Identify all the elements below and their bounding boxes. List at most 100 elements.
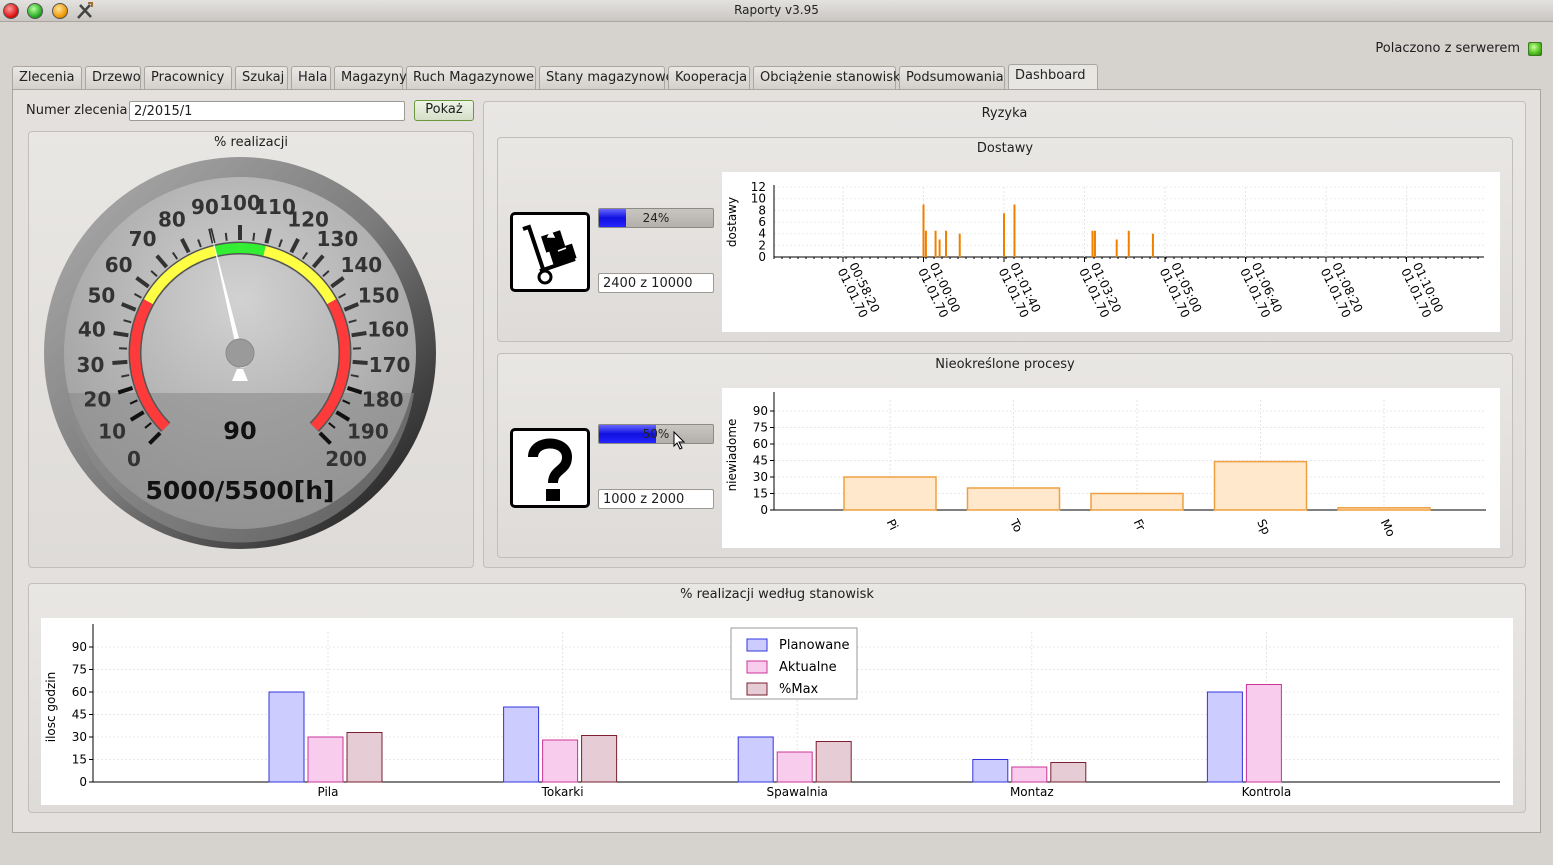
- y-tick-label: 30: [72, 730, 87, 744]
- gauge-label-190: 190: [347, 419, 389, 443]
- question-mark-icon: [510, 428, 590, 508]
- y-tick-label: 45: [72, 708, 87, 722]
- gauge-label-50: 50: [87, 284, 115, 308]
- gauge-label-60: 60: [105, 253, 133, 277]
- y-axis-label: dostawy: [725, 197, 739, 247]
- processes-progress-bar: 50%: [598, 424, 714, 444]
- y-tick-label: 15: [753, 487, 768, 501]
- workstation-bar-Pila-%Max: [346, 732, 383, 783]
- tab-obci-enie-stanowisk[interactable]: Obciążenie stanowisk: [753, 66, 901, 89]
- processes-chart: 0 15 30 45 60 75 90 niewiadome Pi To Fr Sp Mo: [722, 388, 1500, 548]
- workstation-bar-Pila-Aktualne: [307, 736, 344, 783]
- tab-stany-magazynowe[interactable]: Stany magazynowe: [539, 66, 674, 89]
- workstation-bar-Tokarki-Planowane: [503, 706, 540, 783]
- workstation-bar-Montaz-Planowane: [972, 759, 1009, 783]
- x-tick-label: Pi: [884, 517, 901, 532]
- tab-podsumowania[interactable]: Podsumowania: [899, 66, 1005, 89]
- tab-pracownicy[interactable]: Pracownicy: [144, 66, 232, 89]
- hand-truck-icon: [510, 212, 590, 292]
- workstation-bar-Kontrola-Aktualne: [1245, 684, 1282, 783]
- dashboard-tab-pane: Numer zlecenia 2/2015/1 Pokaż % realizac…: [12, 89, 1541, 833]
- gauge-label-70: 70: [129, 227, 157, 251]
- tab-ruch-magazynowe[interactable]: Ruch Magazynowe: [406, 66, 536, 89]
- workstation-bar-Spawalnia-%Max: [815, 741, 852, 783]
- delivery-bar: [938, 239, 941, 257]
- x-tick-label: To: [1007, 516, 1026, 534]
- risks-panel: Ryzyka Dostawy 24% 2400 z 10000 0 2 4 6 …: [483, 101, 1526, 568]
- title-bar: Raporty v3.95: [0, 0, 1553, 22]
- gauge-label-200: 200: [325, 447, 367, 471]
- workstation-bar-Montaz-%Max: [1050, 762, 1087, 783]
- deliveries-chart: 0 2 4 6 8 10 12 dostawy 00:58:20 01.01.70 01:00:00…: [722, 172, 1500, 332]
- risks-title: Ryzyka: [981, 106, 1028, 121]
- tab-magazyny[interactable]: Magazyny: [334, 66, 407, 89]
- deliveries-count-field[interactable]: 2400 z 10000: [598, 273, 714, 293]
- legend-swatch-Planowane: [746, 638, 768, 652]
- y-tick-label: 75: [72, 663, 87, 677]
- delivery-bar: [922, 204, 925, 257]
- workstations-title: % realizacji według stanowisk: [680, 587, 874, 602]
- y-tick-label: 90: [72, 640, 87, 654]
- tab-kooperacja[interactable]: Kooperacja: [668, 66, 750, 89]
- gauge-label-0: 0: [127, 447, 141, 471]
- mouse-cursor-icon: [673, 431, 686, 450]
- y-axis-label: niewiadome: [725, 419, 739, 492]
- y-tick-label: 60: [753, 437, 768, 451]
- gauge-tick: [113, 331, 129, 338]
- gauge-label-40: 40: [78, 318, 106, 342]
- tab-zlecenia[interactable]: Zlecenia: [12, 66, 82, 89]
- category-label-Pila: Pila: [318, 785, 339, 799]
- gauge-tick: [351, 331, 367, 338]
- gauge-tick: [252, 232, 256, 241]
- realization-gauge: 0102030405060708090 100110120130140150160…: [44, 157, 436, 549]
- x-tick-label: 01:01:4001.01.70: [996, 260, 1044, 320]
- delivery-bar: [958, 233, 961, 257]
- workstation-bar-Pila-Planowane: [268, 691, 305, 783]
- category-label-Mo: Mo: [1378, 517, 1398, 539]
- y-tick-label: 15: [72, 753, 87, 767]
- legend-swatch-Aktualne: [746, 660, 768, 674]
- order-number-label: Numer zlecenia: [26, 103, 128, 118]
- y-axis-label: ilosc godzin: [44, 672, 58, 743]
- y-tick-label: 90: [753, 404, 768, 418]
- gauge-label-30: 30: [77, 353, 105, 377]
- category-label-Spawalnia: Spawalnia: [767, 785, 828, 799]
- gauge-hours-text: 5000/5500[h]: [146, 476, 335, 505]
- delivery-bar: [1091, 230, 1094, 257]
- y-tick-label: 30: [753, 470, 768, 484]
- deliveries-panel: Dostawy 24% 2400 z 10000 0 2 4 6 8 10 12 dostaw…: [497, 137, 1513, 342]
- order-number-input[interactable]: 2/2015/1: [129, 101, 405, 121]
- category-label-Pi: Pi: [884, 517, 901, 532]
- workstation-bar-Kontrola-Planowane: [1206, 691, 1243, 783]
- undefined-processes-panel: Nieokreślone procesy 50% 1000 z 2000 0 15…: [497, 353, 1513, 558]
- process-bar-Mo: [1337, 507, 1431, 511]
- delivery-bar: [1151, 233, 1154, 257]
- tab-drzewo[interactable]: Drzewo: [85, 66, 141, 89]
- gauge-label-170: 170: [369, 353, 411, 377]
- gauge-label-80: 80: [158, 207, 186, 231]
- connection-status-led-icon: [1528, 42, 1542, 56]
- gauge-tick: [224, 232, 228, 241]
- connection-status-label: Polaczono z serwerem: [1375, 41, 1520, 56]
- x-tick-label: 01:00:0001.01.70: [915, 260, 963, 320]
- chart-legend: Planowane Aktualne %Max: [730, 627, 858, 700]
- category-label-Montaz: Montaz: [1010, 785, 1054, 799]
- delivery-bar: [924, 230, 927, 257]
- x-tick-label: Fr: [1131, 517, 1148, 533]
- tab-hala[interactable]: Hala: [291, 66, 331, 89]
- undefined-processes-title: Nieokreślone procesy: [935, 357, 1075, 372]
- gauge-label-10: 10: [98, 419, 126, 443]
- processes-count-field[interactable]: 1000 z 2000: [598, 489, 714, 509]
- legend-label-Planowane: Planowane: [779, 638, 849, 653]
- deliveries-title: Dostawy: [976, 141, 1034, 156]
- x-tick-label: 01:03:2001.01.70: [1076, 260, 1124, 320]
- show-order-button[interactable]: Pokaż: [414, 100, 474, 121]
- tab-dashboard[interactable]: Dashboard: [1008, 64, 1098, 89]
- gauge-band-green: [214, 243, 266, 256]
- category-label-Tokarki: Tokarki: [541, 785, 584, 799]
- gauge-tick: [112, 359, 128, 366]
- delivery-bar: [1115, 239, 1118, 257]
- category-label-To: To: [1007, 516, 1026, 534]
- tab-szukaj[interactable]: Szukaj: [235, 66, 288, 89]
- x-tick-label: 00:58:2001.01.70: [835, 260, 883, 320]
